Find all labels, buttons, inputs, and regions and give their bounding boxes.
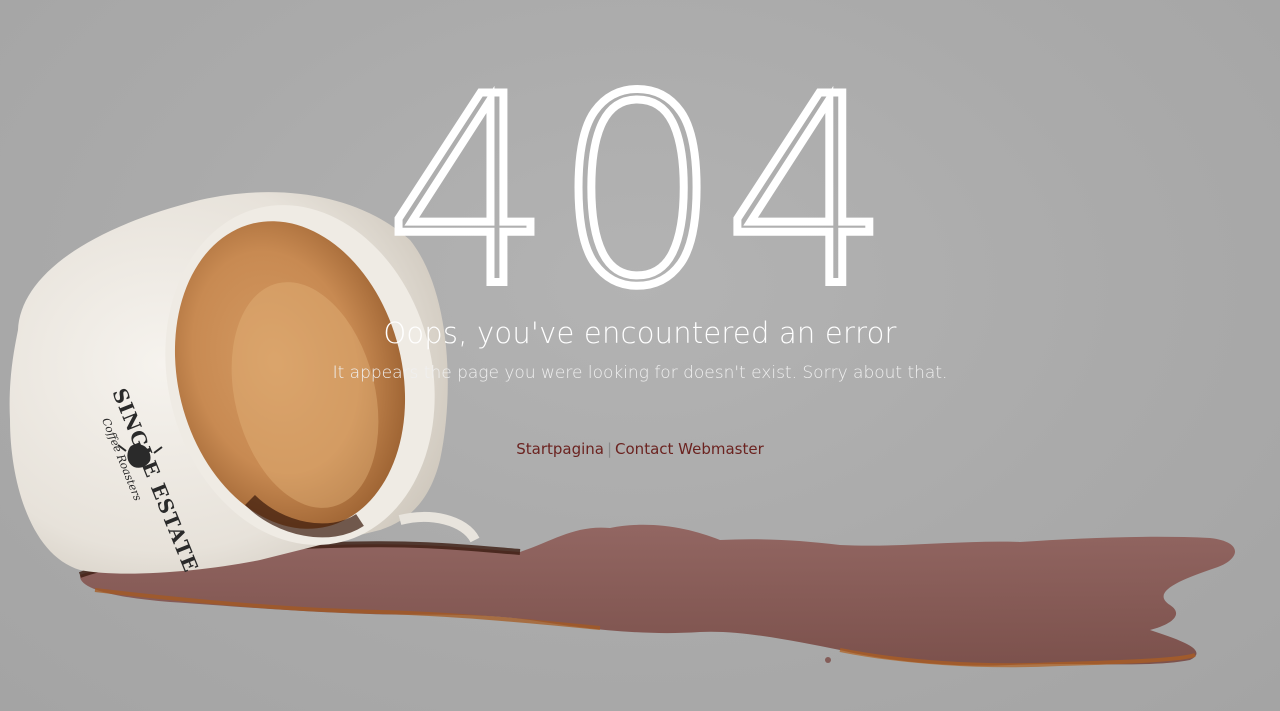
- home-link[interactable]: Startpagina: [516, 440, 604, 458]
- error-page: 404 Oops, you've encountered an error It…: [0, 0, 1280, 711]
- link-separator: |: [606, 440, 613, 458]
- error-code: 404: [382, 70, 894, 300]
- footer-links: Startpagina | Contact Webmaster: [0, 440, 1280, 458]
- contact-webmaster-link[interactable]: Contact Webmaster: [615, 440, 764, 458]
- error-code-text: 404: [386, 70, 894, 300]
- error-title: Oops, you've encountered an error: [383, 316, 897, 350]
- error-message: It appears the page you were looking for…: [332, 363, 948, 383]
